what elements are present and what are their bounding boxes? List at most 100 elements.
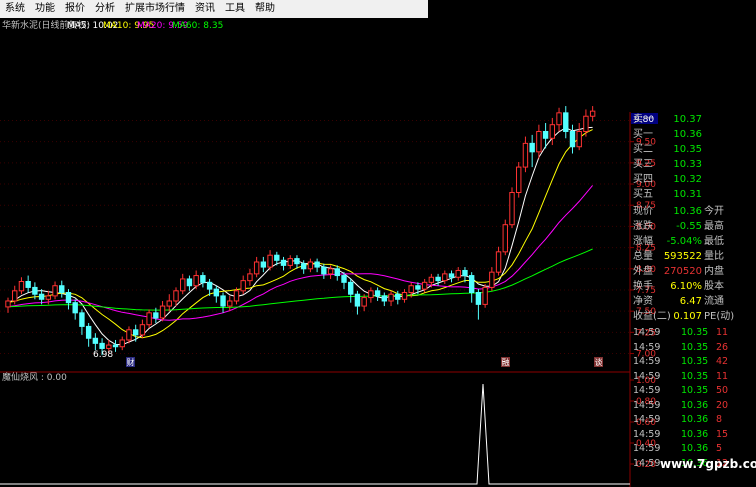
candle-body	[92, 337, 99, 344]
menu-item-7[interactable]: 帮助	[250, 0, 280, 18]
candle-body	[38, 293, 45, 300]
candle-body	[85, 325, 92, 339]
candle-body	[563, 112, 569, 132]
quote-label: 卖一	[633, 114, 653, 125]
tick-price: 10.35	[681, 341, 709, 353]
quote-value: -5.04%	[666, 236, 702, 247]
candle-body	[233, 290, 240, 302]
candle-body	[462, 269, 468, 277]
menu-item-2[interactable]: 报价	[60, 0, 90, 18]
tick-price: 10.35	[681, 370, 709, 382]
candle-body	[119, 339, 125, 348]
quote-extra-label: 最低	[704, 236, 724, 247]
candle-body	[193, 275, 199, 287]
tick-row: 14:59 10.35 11	[631, 370, 756, 385]
menu-item-6[interactable]: 工具	[220, 0, 250, 18]
tick-time: 14:59	[633, 356, 661, 367]
quote-row: 买三 10.33	[631, 157, 756, 172]
quote-value: 10.32	[673, 174, 702, 185]
tick-vol: 8	[716, 414, 723, 425]
quote-label: 总量	[633, 251, 653, 262]
candlesticks: 财融谈	[5, 106, 603, 367]
candle-body	[556, 112, 562, 126]
tick-time: 14:59	[633, 385, 661, 396]
candle-body	[408, 285, 414, 294]
candle-body	[522, 142, 529, 168]
candle-body	[173, 290, 179, 302]
candle-body	[583, 115, 589, 132]
candle-body	[186, 278, 193, 287]
candle-body	[132, 329, 139, 336]
candle-body	[247, 273, 253, 282]
candle-body	[489, 271, 495, 288]
tick-vol: 5	[716, 443, 723, 454]
quote-row: 卖一 10.37	[631, 112, 756, 127]
chart-grid	[0, 119, 630, 355]
candle-body	[287, 258, 293, 266]
tick-price: 10.36	[681, 428, 709, 440]
quote-value: 10.36	[673, 129, 702, 140]
quote-value: 10.37	[673, 114, 702, 125]
candle-body	[294, 258, 300, 265]
candle-body	[314, 261, 320, 268]
candle-body	[415, 285, 421, 290]
candle-body	[516, 166, 522, 194]
quote-row: 买四 10.32	[631, 172, 756, 187]
candle-body	[509, 192, 515, 226]
tick-vol: 11	[716, 370, 729, 382]
quote-row: 总量 593522 量比	[631, 249, 756, 264]
candle-body	[475, 292, 482, 305]
tick-time: 14:59	[633, 327, 661, 338]
quote-row: 换手 6.10% 股本	[631, 279, 756, 294]
candle-body	[52, 285, 58, 297]
candle-body	[307, 261, 314, 270]
candle-body	[395, 293, 401, 300]
candle-body	[542, 130, 549, 139]
candle-body	[442, 273, 448, 282]
candle-body	[569, 130, 576, 148]
quote-row: 净资 6.47 流通	[631, 294, 756, 309]
menu-bar: 系统 功能 报价 分析 扩展市场行情 资讯 工具 帮助	[0, 0, 428, 18]
quote-value: 0.107	[673, 311, 702, 322]
quote-value: 10.35	[673, 144, 702, 155]
candle-body	[334, 268, 340, 277]
quote-value: 270520	[663, 266, 702, 277]
candle-body	[529, 142, 535, 153]
candle-body	[495, 251, 502, 273]
candle-body	[300, 263, 307, 270]
tick-price: 10.35	[681, 327, 709, 338]
candle-body	[153, 312, 159, 319]
broker-label: 通达信金	[715, 4, 752, 14]
menu-item-1[interactable]: 功能	[30, 0, 60, 18]
quote-row: 涨跌 -0.55 最高	[631, 219, 756, 234]
candle-body	[468, 275, 475, 294]
quote-label: 涨跌	[633, 221, 653, 232]
quote-extra-label: 量比	[704, 251, 724, 262]
quote-label: 收益(二)	[633, 311, 671, 322]
candle-body	[5, 300, 11, 308]
tick-row: 14:59 10.36 5	[631, 442, 756, 457]
quote-extra-label: PE(动)	[704, 311, 735, 322]
menu-item-0[interactable]: 系统	[0, 0, 30, 18]
quote-label: 买三	[633, 159, 653, 170]
menu-item-4[interactable]: 扩展市场行情	[120, 0, 190, 18]
candle-body	[448, 273, 455, 278]
tick-row: 14:59 10.35 42	[631, 355, 756, 370]
candle-body	[180, 278, 186, 292]
candle-body	[321, 266, 327, 275]
quote-label: 外盘	[633, 266, 653, 277]
tick-vol: 50	[716, 385, 729, 396]
candle-body	[45, 295, 52, 300]
candle-body	[502, 224, 508, 253]
candle-body	[381, 295, 388, 302]
candle-body	[72, 302, 78, 314]
watermark: www.7gpzb.com	[660, 457, 756, 471]
candle-body	[589, 110, 596, 117]
tick-row: 14:59 10.36 15	[631, 428, 756, 443]
quote-label: 买五	[633, 189, 653, 200]
menu-item-3[interactable]: 分析	[90, 0, 120, 18]
quote-extra-label: 股本	[704, 281, 724, 292]
quote-label: 净资	[633, 296, 653, 307]
menu-item-5[interactable]: 资讯	[190, 0, 220, 18]
indicator-line	[0, 383, 630, 485]
